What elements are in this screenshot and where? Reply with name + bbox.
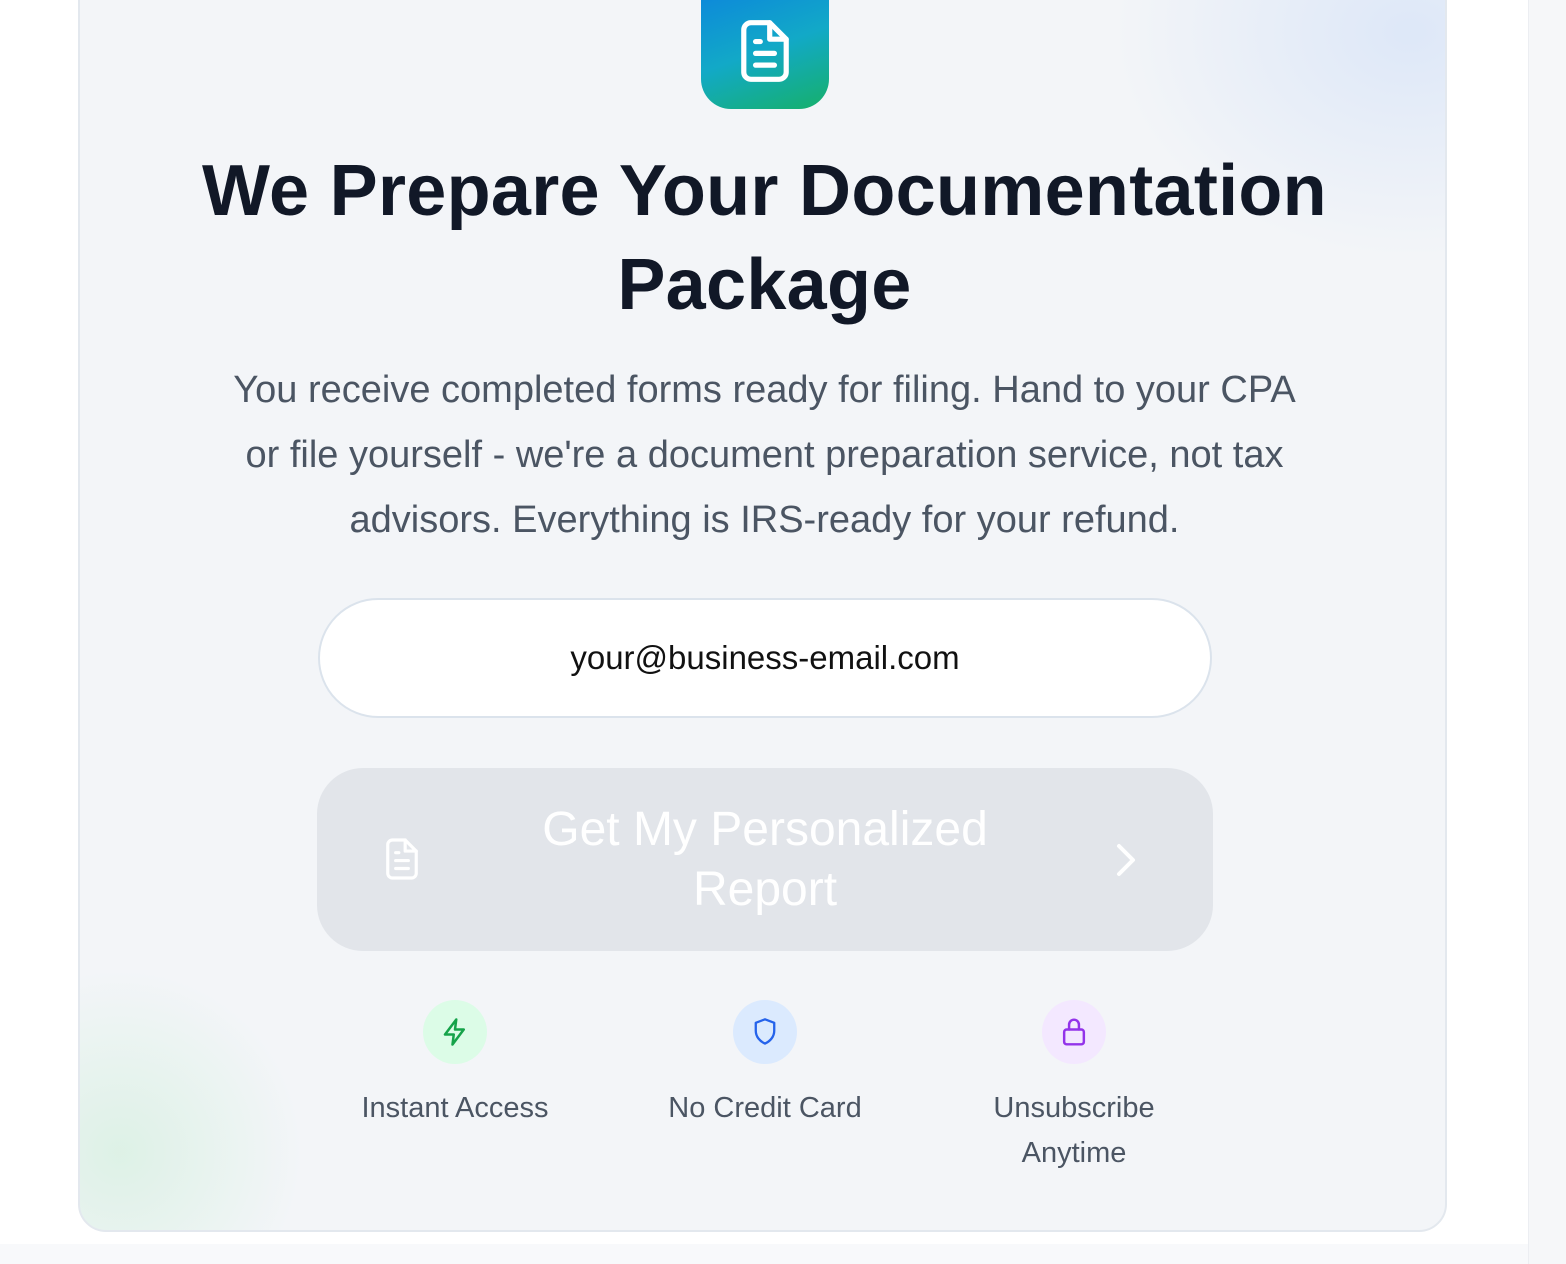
page-title: We Prepare Your Documentation Package [80, 144, 1445, 332]
lock-icon [1042, 1000, 1106, 1064]
button-label-line: Get My Personalized [542, 803, 988, 856]
email-input[interactable] [318, 598, 1212, 718]
title-line: We Prepare Your Documentation [202, 151, 1327, 231]
feature-label-line: Instant Access [361, 1092, 549, 1124]
feature-unsubscribe-anytime: Unsubscribe Anytime [924, 1000, 1224, 1176]
feature-label-line: Unsubscribe [993, 1092, 1155, 1124]
feature-no-credit-card: No Credit Card [615, 1000, 915, 1131]
button-label-line: Report [692, 863, 838, 916]
page-description: You receive completed forms ready for fi… [160, 358, 1369, 553]
get-report-button[interactable]: Get My Personalized Report [317, 768, 1213, 951]
page: We Prepare Your Documentation Package Yo… [0, 0, 1566, 1264]
page-side-gutter [1528, 0, 1566, 1264]
chevron-right-icon [1113, 842, 1139, 881]
document-icon [701, 0, 829, 109]
document-icon [383, 836, 421, 885]
feature-label-line: Anytime [1021, 1137, 1127, 1169]
description-line: advisors. Everything is IRS-ready for yo… [349, 499, 1180, 541]
page-bottom-gutter [0, 1244, 1528, 1264]
lightning-icon [423, 1000, 487, 1064]
title-line: Package [617, 245, 912, 325]
feature-label: Instant Access [305, 1086, 605, 1131]
feature-label: Unsubscribe Anytime [924, 1086, 1224, 1176]
description-line: or file yourself - we're a document prep… [245, 434, 1284, 476]
feature-label: No Credit Card [615, 1086, 915, 1131]
button-label: Get My Personalized Report [487, 800, 1043, 920]
lead-capture-card: We Prepare Your Documentation Package Yo… [78, 0, 1447, 1232]
description-line: You receive completed forms ready for fi… [233, 369, 1296, 411]
feature-label-line: No Credit Card [668, 1092, 862, 1124]
feature-instant-access: Instant Access [305, 1000, 605, 1131]
shield-icon [733, 1000, 797, 1064]
